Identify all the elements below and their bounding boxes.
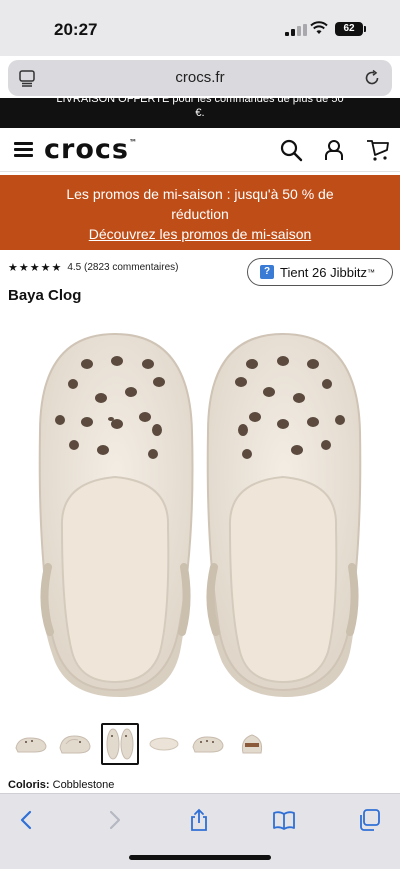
colour-info: Coloris: Cobblestone [8,779,114,791]
reload-icon[interactable] [362,68,382,88]
tabs-icon[interactable] [357,808,381,832]
thumbnail-4[interactable] [145,723,183,765]
thumbnail-strip [0,718,400,768]
crocs-logo[interactable]: crocs™ [44,134,138,165]
back-icon[interactable] [15,808,39,832]
bookmarks-icon[interactable] [272,808,296,832]
colour-label: Coloris: [8,779,50,791]
wifi-icon [310,21,328,34]
rating-text[interactable]: 4.5 (2823 commentaires) [67,262,178,273]
rating-stars: ★★★★★ [8,260,63,274]
battery-icon: 62 [335,22,366,36]
thumbnail-6[interactable] [233,723,271,765]
jibbitz-label: Tient 26 Jibbitz [280,264,367,280]
promo-link[interactable]: Découvrez les promos de mi-saison [40,224,360,244]
thumbnail-5[interactable] [189,723,227,765]
forward-icon[interactable] [102,808,126,832]
cellular-signal-icon [285,24,307,36]
site-header: crocs™ [0,128,400,172]
thumbnail-2[interactable] [56,723,94,765]
logo-trademark: ™ [128,138,138,147]
thumbnail-1[interactable] [12,723,50,765]
product-main-image[interactable] [0,312,400,712]
product-title: Baya Clog [8,287,82,304]
thumbnail-3-selected[interactable] [101,723,139,765]
product-rating[interactable]: ★★★★★ 4.5 (2823 commentaires) [8,260,178,274]
home-indicator[interactable] [129,855,271,860]
shipping-banner: LIVRAISON OFFERTE pour les commandes de … [0,98,400,128]
status-time: 20:27 [54,20,98,39]
share-icon[interactable] [187,808,211,832]
jibbitz-button[interactable]: ? Tient 26 Jibbitz ™ [247,258,393,286]
right-clog [206,332,362,697]
shipping-banner-line1: LIVRAISON OFFERTE pour les commandes de … [56,98,344,105]
left-clog [38,332,194,697]
address-bar[interactable]: crocs.fr [8,60,392,96]
search-icon[interactable] [279,138,303,162]
jibbitz-icon: ? [260,265,274,279]
url-text[interactable]: crocs.fr [8,69,392,86]
jibbitz-trademark: ™ [366,267,375,277]
shipping-banner-line2: €. [195,107,205,119]
account-icon[interactable] [322,138,346,162]
status-bar: 20:27 62 [0,0,400,56]
cart-icon[interactable] [366,138,390,162]
hamburger-menu-icon[interactable] [14,142,33,158]
promo-text: Les promos de mi-saison : jusqu'à 50 % d… [66,186,334,222]
colour-value: Cobblestone [52,779,115,791]
promo-banner: Les promos de mi-saison : jusqu'à 50 % d… [0,175,400,250]
logo-text: crocs [44,134,129,165]
